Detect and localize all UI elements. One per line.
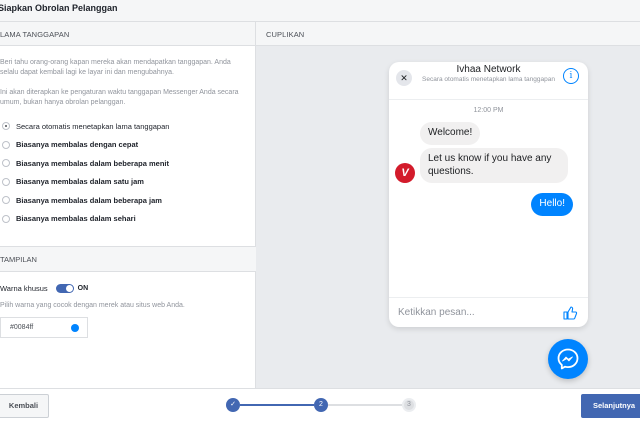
composer-placeholder: Ketikkan pesan...	[398, 307, 475, 318]
progress-line-pending	[328, 404, 402, 406]
radio-label: Secara otomatis menetapkan lama tanggapa…	[16, 121, 170, 131]
back-button[interactable]: Kembali	[0, 394, 49, 418]
messenger-launcher-button[interactable]	[548, 339, 588, 379]
color-hint: Pilih warna yang cocok dengan merek atau…	[0, 302, 185, 309]
radio-dot[interactable]	[2, 159, 10, 168]
radio-option-hour[interactable]: Biasanya membalas dalam satu jam	[0, 173, 255, 192]
thumbs-up-icon[interactable]	[562, 305, 578, 321]
custom-color-label: Warna khusus	[0, 284, 48, 293]
radio-label: Biasanya membalas dalam beberapa menit	[16, 158, 169, 168]
radio-label: Biasanya membalas dengan cepat	[16, 140, 139, 150]
step-2-indicator: 2	[314, 398, 328, 412]
top-bar: Siapkan Obrolan Pelanggan	[0, 0, 640, 22]
custom-color-row: Warna khusus ON	[0, 284, 88, 293]
message-bubble-questions: Let us know if you have any questions.	[420, 148, 568, 183]
chat-timestamp: 12:00 PM	[473, 107, 504, 114]
preview-section-header: CUPLIKAN	[256, 22, 640, 46]
toggle-state-label: ON	[77, 285, 89, 292]
footer-bar: Kembali ✓ 2 3 Selanjutnya	[0, 388, 640, 423]
color-hex-value: #0084ff	[10, 324, 34, 331]
message-bubble-user: Hello!	[531, 193, 573, 216]
messenger-icon	[557, 348, 579, 370]
close-icon[interactable]: ✕	[396, 70, 412, 86]
next-button[interactable]: Selanjutnya	[581, 394, 640, 418]
response-time-description: Beri tahu orang-orang kapan mereka akan …	[0, 59, 231, 76]
radio-option-minutes[interactable]: Biasanya membalas dalam beberapa menit	[0, 154, 255, 173]
color-swatch[interactable]	[71, 324, 79, 332]
settings-panel: LAMA TANGGAPAN Beri tahu orang-orang kap…	[0, 22, 256, 388]
page-avatar: V	[395, 163, 415, 183]
radio-option-auto[interactable]: Secara otomatis menetapkan lama tanggapa…	[0, 117, 255, 136]
progress-line-complete	[240, 404, 314, 406]
info-icon[interactable]: i	[563, 68, 579, 84]
radio-dot[interactable]	[2, 196, 10, 205]
display-section-header: TAMPILAN	[0, 246, 256, 272]
chat-page-name: Ivhaa Network	[456, 64, 521, 75]
radio-option-day[interactable]: Biasanya membalas dalam sehari	[0, 210, 255, 229]
color-hex-input[interactable]: #0084ff	[0, 317, 88, 338]
step-3-indicator: 3	[402, 398, 416, 412]
step-1-check-icon: ✓	[226, 398, 240, 412]
chat-preview-window: ✕ Ivhaa Network Secara otomatis menetapk…	[389, 62, 588, 327]
response-time-section-header: LAMA TANGGAPAN	[0, 22, 255, 46]
radio-dot[interactable]	[2, 177, 10, 186]
radio-label: Biasanya membalas dalam satu jam	[16, 177, 144, 187]
message-composer[interactable]: Ketikkan pesan...	[389, 297, 588, 327]
message-bubble-welcome: Welcome!	[420, 122, 481, 145]
response-time-options: Secara otomatis menetapkan lama tanggapa…	[0, 117, 255, 228]
radio-dot[interactable]	[2, 214, 10, 223]
page-title: Siapkan Obrolan Pelanggan	[0, 3, 118, 13]
radio-label: Biasanya membalas dalam sehari	[16, 214, 136, 224]
radio-label: Biasanya membalas dalam beberapa jam	[16, 195, 162, 205]
custom-color-toggle[interactable]	[55, 284, 74, 293]
radio-dot[interactable]	[2, 140, 10, 149]
radio-dot-selected[interactable]	[2, 122, 10, 131]
radio-option-hours[interactable]: Biasanya membalas dalam beberapa jam	[0, 191, 255, 210]
response-time-note: Ini akan diterapkan ke pengaturan waktu …	[0, 89, 239, 106]
chat-header: ✕ Ivhaa Network Secara otomatis menetapk…	[389, 62, 588, 100]
radio-option-quickly[interactable]: Biasanya membalas dengan cepat	[0, 136, 255, 155]
chat-response-time: Secara otomatis menetapkan lama tanggapa…	[422, 76, 555, 83]
